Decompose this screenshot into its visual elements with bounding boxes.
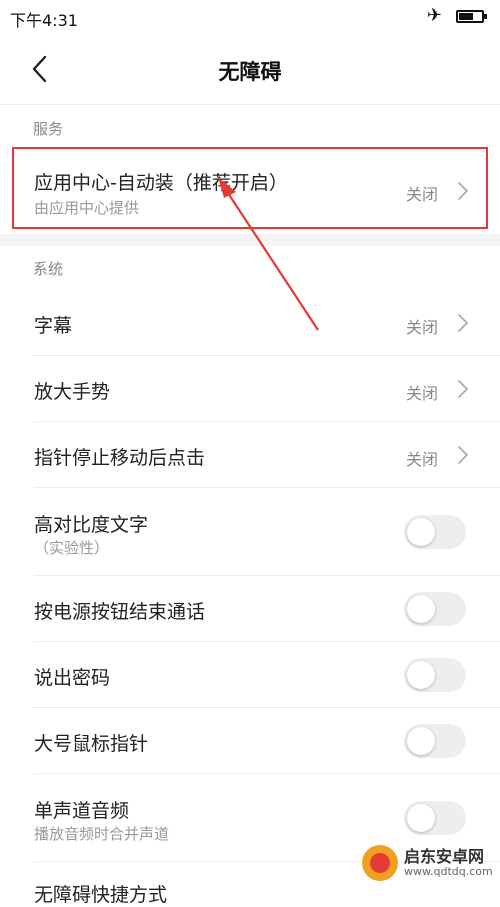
system-item-label: 放大手势	[34, 381, 111, 403]
toggle-switch[interactable]	[404, 801, 466, 835]
page-title: 无障碍	[218, 60, 282, 84]
system-item-dwell-click[interactable]: 指针停止移动后点击 关闭	[0, 422, 500, 488]
section-separator	[0, 234, 500, 246]
toggle-switch[interactable]	[404, 515, 466, 549]
service-item-label: 应用中心-自动装（推荐开启）	[34, 172, 288, 194]
section-label-system: 系统	[33, 260, 64, 278]
system-item-high-contrast-text: 高对比度文字 （实验性）	[0, 488, 500, 576]
system-item-magnification[interactable]: 放大手势 关闭	[0, 356, 500, 422]
system-item-label: 单声道音频	[34, 800, 130, 822]
service-item-value: 关闭	[405, 185, 438, 204]
system-item-label: 说出密码	[34, 667, 111, 689]
chevron-right-icon	[458, 314, 468, 332]
status-time: 下午4:31	[10, 11, 78, 30]
system-item-large-pointer: 大号鼠标指针	[0, 708, 500, 774]
system-item-power-ends-call: 按电源按钮结束通话	[0, 576, 500, 642]
watermark-name: 启东安卓网	[404, 847, 485, 866]
watermark: 启东安卓网 www.qdtdq.com	[362, 843, 493, 883]
toggle-switch[interactable]	[404, 724, 466, 758]
header-divider	[0, 104, 500, 105]
airplane-mode-icon: ✈	[426, 5, 442, 26]
system-item-value: 关闭	[405, 384, 438, 403]
section-label-services: 服务	[33, 120, 64, 138]
header: 无障碍	[0, 34, 500, 104]
system-item-captions[interactable]: 字幕 关闭	[0, 290, 500, 356]
toggle-switch[interactable]	[404, 658, 466, 692]
system-item-sub: （实验性）	[34, 539, 110, 557]
chevron-right-icon	[458, 446, 468, 464]
toggle-switch[interactable]	[404, 592, 466, 626]
system-item-label: 高对比度文字	[34, 514, 149, 536]
system-item-label: 无障碍快捷方式	[34, 884, 168, 906]
system-item-label: 按电源按钮结束通话	[34, 601, 206, 623]
chevron-right-icon	[458, 182, 468, 200]
battery-icon	[456, 10, 487, 23]
watermark-url: www.qdtdq.com	[404, 865, 493, 878]
system-item-value: 关闭	[405, 318, 438, 337]
system-item-sub: 播放音频时合并声道	[34, 825, 170, 843]
status-bar: 下午4:31 ✈	[0, 0, 500, 34]
service-item-sub: 由应用中心提供	[34, 199, 140, 217]
system-item-label: 指针停止移动后点击	[34, 447, 206, 469]
system-item-label: 字幕	[34, 315, 73, 337]
system-item-label: 大号鼠标指针	[34, 733, 149, 755]
system-item-speak-passwords: 说出密码	[0, 642, 500, 708]
system-item-value: 关闭	[405, 450, 438, 469]
watermark-logo-icon	[362, 845, 398, 881]
service-item-app-center[interactable]: 应用中心-自动装（推荐开启） 由应用中心提供 关闭	[0, 148, 500, 228]
chevron-right-icon	[458, 380, 468, 398]
